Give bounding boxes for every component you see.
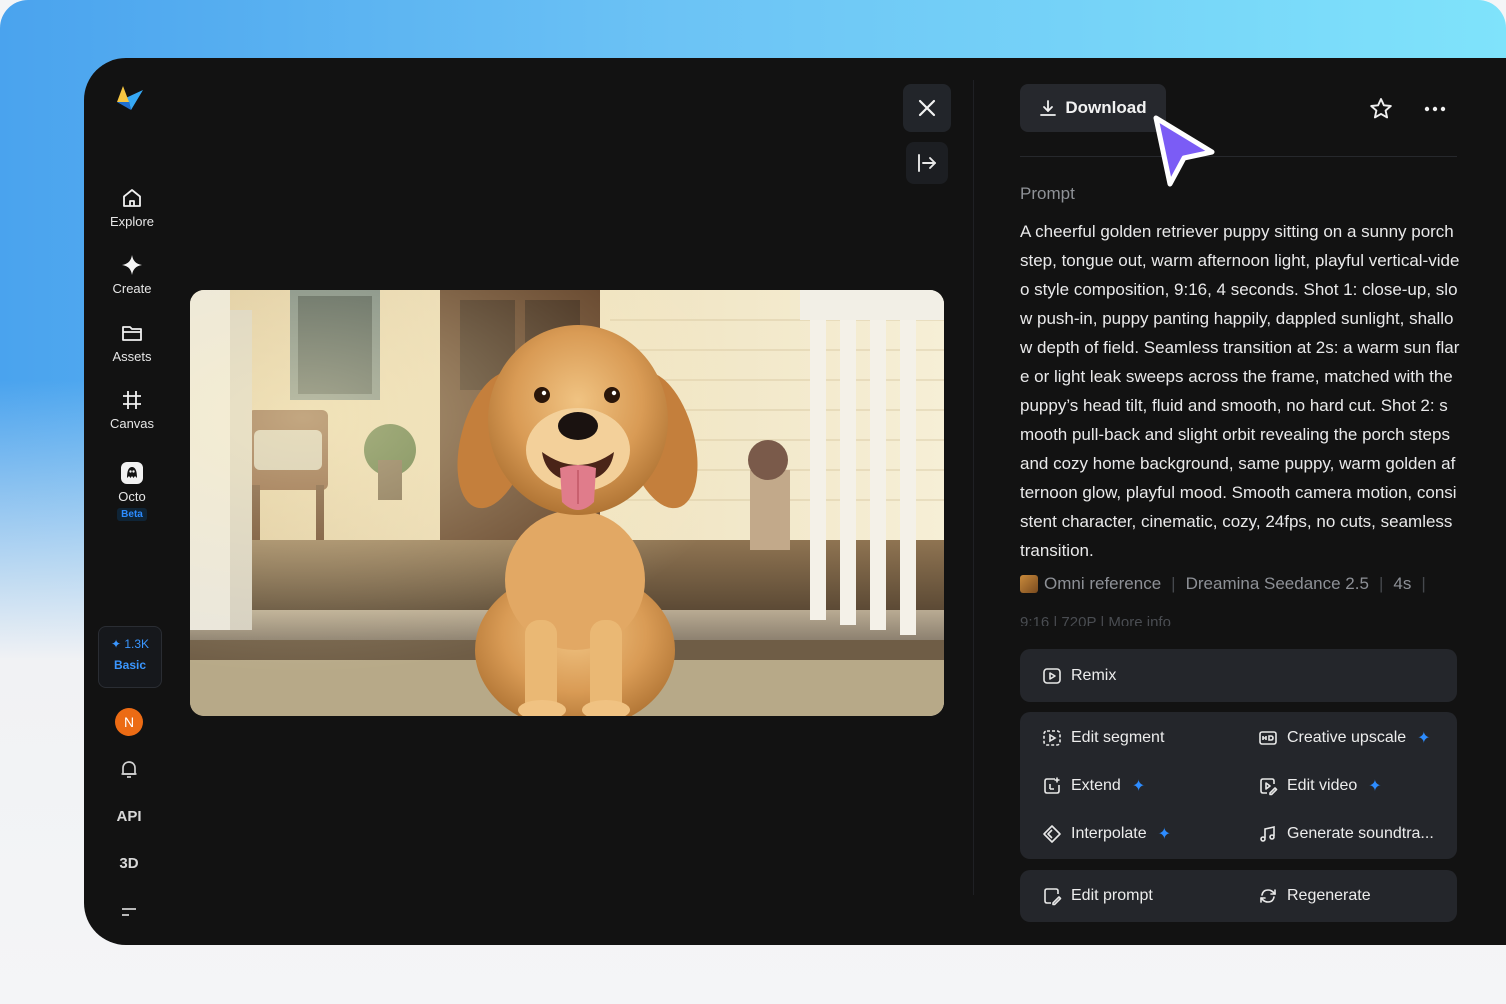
- extend-label: Extend: [1071, 777, 1121, 794]
- sparkle-icon: [122, 255, 142, 275]
- regenerate-icon: [1260, 889, 1276, 903]
- creative-upscale-label: Creative upscale: [1287, 729, 1407, 746]
- meta-separator: |: [1421, 574, 1426, 593]
- edit-video-label: Edit video: [1287, 777, 1358, 794]
- app-logo-icon[interactable]: [113, 82, 147, 116]
- extend-button[interactable]: Extend ✦: [1042, 776, 1145, 796]
- interpolate-icon: [1043, 825, 1061, 843]
- plan-label: Basic: [113, 658, 147, 672]
- sidebar: Explore Create Assets Canvas Octo Beta ✦…: [84, 58, 180, 945]
- interpolate-button[interactable]: Interpolate ✦: [1042, 824, 1171, 844]
- close-button[interactable]: [903, 84, 951, 132]
- edit-segment-label: Edit segment: [1071, 729, 1165, 746]
- credits-widget[interactable]: ✦ 1.3K Basic: [98, 626, 162, 688]
- sidebar-item-assets[interactable]: Assets: [84, 321, 180, 364]
- model-label: Dreamina Seedance 2.5: [1185, 574, 1369, 593]
- octo-icon: [121, 462, 143, 484]
- edit-video-icon: [1260, 778, 1278, 796]
- sidebar-item-create[interactable]: Create: [84, 253, 180, 296]
- download-icon: [1040, 100, 1057, 116]
- hd-upscale-icon: [1259, 731, 1277, 745]
- download-button[interactable]: Download: [1020, 84, 1166, 132]
- edit-video-button[interactable]: Edit video ✦: [1258, 776, 1382, 796]
- video-preview[interactable]: [190, 290, 944, 716]
- app-window: Explore Create Assets Canvas Octo Beta ✦…: [84, 58, 1506, 945]
- download-label: Download: [1065, 98, 1147, 117]
- prompt-tools-card: Edit prompt Regenerate: [1020, 870, 1457, 922]
- meta-separator: |: [1378, 574, 1384, 593]
- regenerate-label: Regenerate: [1287, 887, 1371, 904]
- premium-spark-icon: ✦: [1368, 778, 1382, 795]
- beta-badge: Beta: [117, 508, 147, 521]
- sidebar-item-canvas[interactable]: Canvas: [84, 388, 180, 431]
- edit-segment-icon: [1043, 730, 1061, 746]
- creative-upscale-button[interactable]: Creative upscale ✦: [1258, 728, 1431, 748]
- remix-icon: [1043, 668, 1061, 684]
- generate-soundtrack-button[interactable]: Generate soundtra...: [1258, 824, 1434, 844]
- credits-amount: ✦ 1.3K: [110, 637, 150, 651]
- three-d-link[interactable]: 3D: [84, 855, 174, 872]
- pointer-cursor-icon: [1153, 115, 1215, 187]
- sidebar-item-label: Canvas: [109, 416, 155, 431]
- premium-spark-icon: ✦: [1157, 826, 1172, 843]
- edit-segment-button[interactable]: Edit segment: [1042, 728, 1164, 748]
- meta-separator: |: [1171, 574, 1176, 593]
- avatar[interactable]: N: [115, 708, 143, 736]
- music-note-icon: [1260, 826, 1275, 842]
- premium-spark-icon: ✦: [1417, 730, 1431, 747]
- bell-icon[interactable]: [117, 757, 141, 781]
- sidebar-item-label: Octo: [118, 489, 146, 504]
- sidebar-item-explore[interactable]: Explore: [84, 186, 180, 229]
- duration-label: 4s: [1393, 574, 1412, 593]
- sidebar-item-label: Create: [112, 281, 152, 296]
- edit-prompt-label: Edit prompt: [1071, 887, 1153, 904]
- reference-thumbnail: [1020, 575, 1038, 593]
- premium-spark-icon: ✦: [1131, 778, 1146, 795]
- remix-card: Remix: [1020, 649, 1457, 702]
- folder-icon: [122, 326, 142, 341]
- close-icon: [918, 99, 936, 117]
- regenerate-button[interactable]: Regenerate: [1258, 886, 1371, 906]
- panel-divider: [973, 80, 974, 895]
- generation-meta-secondary: 9:16 | 720P | More info: [1020, 614, 1171, 626]
- more-options-icon[interactable]: [1422, 96, 1448, 122]
- api-link[interactable]: API: [84, 808, 174, 825]
- prompt-heading: Prompt: [1020, 184, 1075, 203]
- menu-icon[interactable]: [117, 900, 141, 924]
- reference-label: Omni reference: [1044, 574, 1162, 593]
- collapse-panel-button[interactable]: [906, 142, 948, 184]
- generation-meta: Omni reference | Dreamina Seedance 2.5 |…: [1020, 574, 1436, 594]
- sidebar-item-label: Assets: [112, 349, 152, 364]
- interpolate-label: Interpolate: [1071, 825, 1147, 842]
- arrow-right-bar-icon: [918, 154, 936, 172]
- remix-button[interactable]: Remix: [1042, 666, 1116, 686]
- edit-prompt-button[interactable]: Edit prompt: [1042, 886, 1153, 906]
- edit-prompt-icon: [1044, 888, 1062, 906]
- header-divider: [1020, 156, 1457, 157]
- sidebar-item-label: Explore: [109, 214, 155, 229]
- home-icon: [123, 189, 141, 207]
- generate-soundtrack-label: Generate soundtra...: [1287, 825, 1434, 842]
- canvas-icon: [123, 391, 141, 409]
- puppy-image: [190, 290, 944, 716]
- edit-tools-card: Edit segment Creative upscale ✦ Extend ✦…: [1020, 712, 1457, 859]
- prompt-text: A cheerful golden retriever puppy sittin…: [1020, 222, 1460, 560]
- sidebar-item-octo[interactable]: Octo Beta: [84, 461, 180, 522]
- extend-icon: [1044, 777, 1060, 794]
- favorite-star-icon[interactable]: [1368, 96, 1394, 122]
- remix-label: Remix: [1071, 667, 1117, 684]
